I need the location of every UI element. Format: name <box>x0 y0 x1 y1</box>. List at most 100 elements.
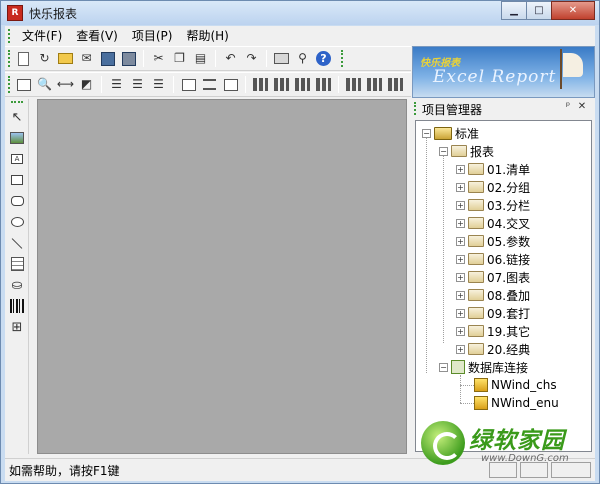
tree-report-item[interactable]: +06.链接 <box>456 250 530 268</box>
tree-report-item[interactable]: +09.套打 <box>456 304 530 322</box>
close-pane-icon[interactable]: ✕ <box>576 101 588 112</box>
layout-4-icon[interactable] <box>315 76 332 93</box>
grid-icon[interactable]: ⊞ <box>9 319 25 335</box>
expand-icon[interactable]: + <box>456 272 465 282</box>
align-top-icon[interactable] <box>180 76 197 93</box>
barcode-icon[interactable] <box>9 298 25 314</box>
expand-icon[interactable]: + <box>456 254 465 264</box>
tree-report-item[interactable]: +01.清单 <box>456 160 530 178</box>
maximize-button[interactable]: □ <box>526 1 552 20</box>
title-bar[interactable]: R 快乐报表 ▁ □ ✕ <box>1 1 599 25</box>
ship-icon <box>560 49 584 89</box>
tree-report-item[interactable]: +03.分栏 <box>456 196 530 214</box>
collapse-icon[interactable]: − <box>439 146 448 156</box>
align-left-icon[interactable]: ☰ <box>108 76 125 93</box>
layout-6-icon[interactable] <box>366 76 383 93</box>
tree-report-item[interactable]: +04.交叉 <box>456 214 530 232</box>
menu-view[interactable]: 查看(V) <box>69 26 125 46</box>
connection-icon <box>474 396 488 410</box>
collapse-icon[interactable]: − <box>439 362 448 372</box>
line-icon[interactable] <box>9 235 25 251</box>
pane-grip[interactable] <box>414 102 417 115</box>
tree-root[interactable]: − 标准 <box>422 124 479 142</box>
print-icon[interactable] <box>273 50 290 67</box>
save-icon[interactable] <box>99 50 116 67</box>
menu-file[interactable]: 文件(F) <box>15 26 69 46</box>
tree-report-item[interactable]: +07.图表 <box>456 268 530 286</box>
toolbar-grip[interactable] <box>8 50 11 67</box>
minimize-button[interactable]: ▁ <box>501 1 527 20</box>
expand-icon[interactable]: + <box>456 290 465 300</box>
layout-7-icon[interactable] <box>387 76 404 93</box>
expand-icon[interactable]: + <box>456 164 465 174</box>
layout-5-icon[interactable] <box>345 76 362 93</box>
reports-folder-label: 报表 <box>470 144 495 159</box>
cut-icon[interactable]: ✂ <box>150 50 167 67</box>
expand-icon[interactable]: + <box>456 236 465 246</box>
folder-icon[interactable] <box>57 50 74 67</box>
preview-icon[interactable]: ⚲ <box>294 50 311 67</box>
pointer-icon[interactable]: ↖ <box>9 109 25 125</box>
tree-connection[interactable]: NWind_chs <box>474 376 557 394</box>
help-icon[interactable]: ? <box>315 50 332 67</box>
align-center-icon[interactable]: ☰ <box>129 76 146 93</box>
toolbar-grip[interactable] <box>8 76 11 93</box>
tree-report-item[interactable]: +19.其它 <box>456 322 530 340</box>
menu-grip[interactable] <box>8 29 11 43</box>
page-setup-icon[interactable] <box>15 76 32 93</box>
copy-icon[interactable]: ❐ <box>171 50 188 67</box>
undo-icon[interactable]: ↶ <box>222 50 239 67</box>
tree-reports-folder[interactable]: − 报表 <box>439 142 494 160</box>
folder-icon <box>468 217 484 229</box>
rectangle-icon[interactable] <box>9 172 25 188</box>
app-icon[interactable]: R <box>7 5 23 21</box>
open-icon[interactable]: ↻ <box>36 50 53 67</box>
report-label: 06.链接 <box>487 252 531 267</box>
project-tree: − 标准 − 报表 +01.清单 +02.分组 +03.分栏 +04.交叉 +0… <box>415 120 592 452</box>
text-icon[interactable]: A <box>9 151 25 167</box>
tree-report-item[interactable]: +02.分组 <box>456 178 530 196</box>
align-right-icon[interactable]: ☰ <box>150 76 167 93</box>
redo-icon[interactable]: ↷ <box>243 50 260 67</box>
menu-project[interactable]: 项目(P) <box>125 26 180 46</box>
shape-icon[interactable]: ⛀ <box>9 277 25 293</box>
close-button[interactable]: ✕ <box>551 1 595 20</box>
image-icon[interactable] <box>9 130 25 146</box>
zoom-icon[interactable]: 🔍 <box>36 76 53 93</box>
design-canvas[interactable] <box>37 99 407 454</box>
expand-icon[interactable]: + <box>456 218 465 228</box>
expand-icon[interactable]: + <box>456 326 465 336</box>
mail-icon[interactable]: ✉ <box>78 50 95 67</box>
expand-icon[interactable]: + <box>456 182 465 192</box>
pin-icon[interactable]: ᵖ <box>562 101 574 112</box>
folder-icon <box>468 343 484 355</box>
tree-report-item[interactable]: +08.叠加 <box>456 286 530 304</box>
report-label: 05.参数 <box>487 234 531 249</box>
layout-3-icon[interactable] <box>294 76 311 93</box>
align-bottom-icon[interactable] <box>222 76 239 93</box>
report-label: 07.图表 <box>487 270 531 285</box>
save-all-icon[interactable] <box>120 50 137 67</box>
connection-icon <box>474 378 488 392</box>
align-middle-icon[interactable] <box>201 76 218 93</box>
layout-1-icon[interactable] <box>252 76 269 93</box>
tree-report-item[interactable]: +05.参数 <box>456 232 530 250</box>
expand-icon[interactable]: + <box>456 200 465 210</box>
tree-report-item[interactable]: +20.经典 <box>456 340 530 358</box>
watermark-text: 绿软家园 <box>469 428 565 454</box>
ellipse-icon[interactable] <box>9 214 25 230</box>
link-icon[interactable]: ⟷ <box>57 76 74 93</box>
new-file-icon[interactable] <box>15 50 32 67</box>
layout-2-icon[interactable] <box>273 76 290 93</box>
expand-icon[interactable]: + <box>456 308 465 318</box>
table-icon[interactable] <box>9 256 25 272</box>
collapse-icon[interactable]: − <box>422 128 431 138</box>
menu-help[interactable]: 帮助(H) <box>179 26 235 46</box>
tree-db-folder[interactable]: − 数据库连接 <box>439 358 528 376</box>
palette-grip[interactable] <box>11 101 23 104</box>
rounded-rectangle-icon[interactable] <box>9 193 25 209</box>
expand-icon[interactable]: + <box>456 344 465 354</box>
paste-icon[interactable]: ▤ <box>192 50 209 67</box>
comment-icon[interactable]: ◩ <box>78 76 95 93</box>
tree-connection[interactable]: NWind_enu <box>474 394 559 412</box>
